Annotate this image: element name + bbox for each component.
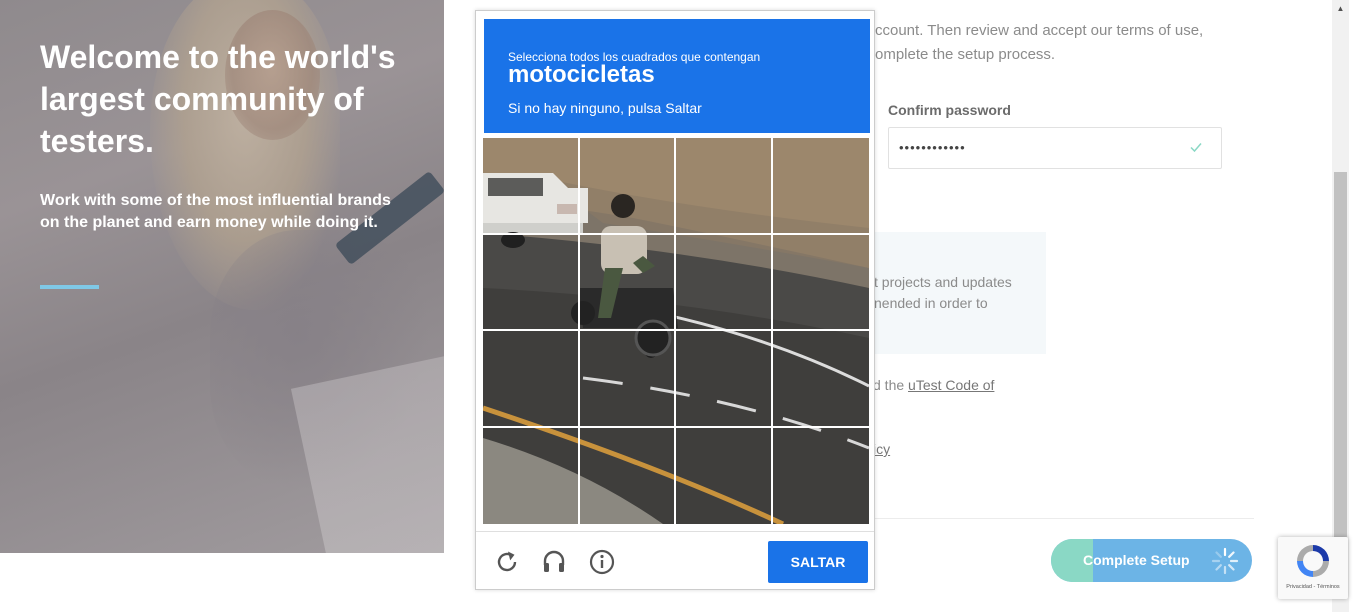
captcha-tile[interactable] <box>483 234 580 331</box>
captcha-tiles <box>483 138 869 524</box>
code-of-conduct-line: d the uTest Code of <box>873 377 994 393</box>
captcha-tile[interactable] <box>483 138 580 235</box>
captcha-tile[interactable] <box>580 427 676 524</box>
skip-button[interactable]: SALTAR <box>768 541 868 583</box>
captcha-footer-divider <box>476 531 874 532</box>
hero-panel: Welcome to the world's largest community… <box>0 0 444 553</box>
confirm-password-label: Confirm password <box>888 102 1011 118</box>
hero-title: Welcome to the world's largest community… <box>40 39 396 159</box>
captcha-challenge: Selecciona todos los cuadrados que conte… <box>475 10 875 590</box>
privacy-policy-link[interactable]: icy <box>873 441 890 457</box>
info-text: t projects and updates nended in order t… <box>874 274 1012 311</box>
hero-photo-paper <box>290 355 444 553</box>
scroll-up-arrow-icon[interactable]: ▲ <box>1332 0 1349 17</box>
captcha-tile[interactable] <box>772 331 869 428</box>
captcha-tile[interactable] <box>772 235 869 331</box>
captcha-header: Selecciona todos los cuadrados que conte… <box>484 19 870 133</box>
reload-icon[interactable] <box>493 548 521 576</box>
captcha-tile[interactable] <box>579 234 676 331</box>
captcha-image-grid <box>483 138 869 524</box>
hero-subtitle: Work with some of the most influential b… <box>40 192 391 231</box>
info-icon[interactable] <box>588 548 616 576</box>
hero-accent-rule <box>40 285 99 289</box>
captcha-hint: Si no hay ninguno, pulsa Saltar <box>508 100 702 116</box>
complete-setup-label: Complete Setup <box>1083 552 1190 568</box>
captcha-tile[interactable] <box>579 331 676 428</box>
captcha-tile[interactable] <box>676 234 773 331</box>
confirm-password-value: •••••••••••• <box>899 140 966 155</box>
captcha-tile[interactable] <box>676 427 773 524</box>
code-prefix: d the <box>873 377 909 393</box>
page: Welcome to the world's largest community… <box>0 0 1366 612</box>
form-divider <box>868 518 1254 519</box>
form-intro-text: ccount. Then review and accept our terms… <box>875 22 1204 63</box>
checkmark-icon <box>1190 143 1202 153</box>
captcha-tile[interactable] <box>773 428 870 525</box>
confirm-password-field[interactable]: •••••••••••• <box>888 127 1222 169</box>
captcha-tile[interactable] <box>676 331 773 428</box>
recaptcha-logo-icon <box>1297 545 1329 577</box>
captcha-tile[interactable] <box>579 138 676 235</box>
scrollbar-thumb[interactable] <box>1334 172 1347 552</box>
audio-icon[interactable] <box>540 548 568 576</box>
captcha-tile[interactable] <box>483 331 580 428</box>
captcha-tile[interactable] <box>676 138 773 235</box>
captcha-tile[interactable] <box>483 427 580 524</box>
code-of-conduct-link[interactable]: uTest Code of <box>908 377 994 393</box>
info-box: t projects and updates nended in order t… <box>868 232 1046 354</box>
recaptcha-badge[interactable]: Privacidad - Términos <box>1278 537 1348 599</box>
spinner-icon <box>1211 547 1239 575</box>
complete-setup-button[interactable]: Complete Setup <box>1051 539 1252 582</box>
captcha-tile[interactable] <box>772 138 869 235</box>
recaptcha-links[interactable]: Privacidad - Términos <box>1278 584 1348 590</box>
captcha-target: motocicletas <box>508 61 655 88</box>
